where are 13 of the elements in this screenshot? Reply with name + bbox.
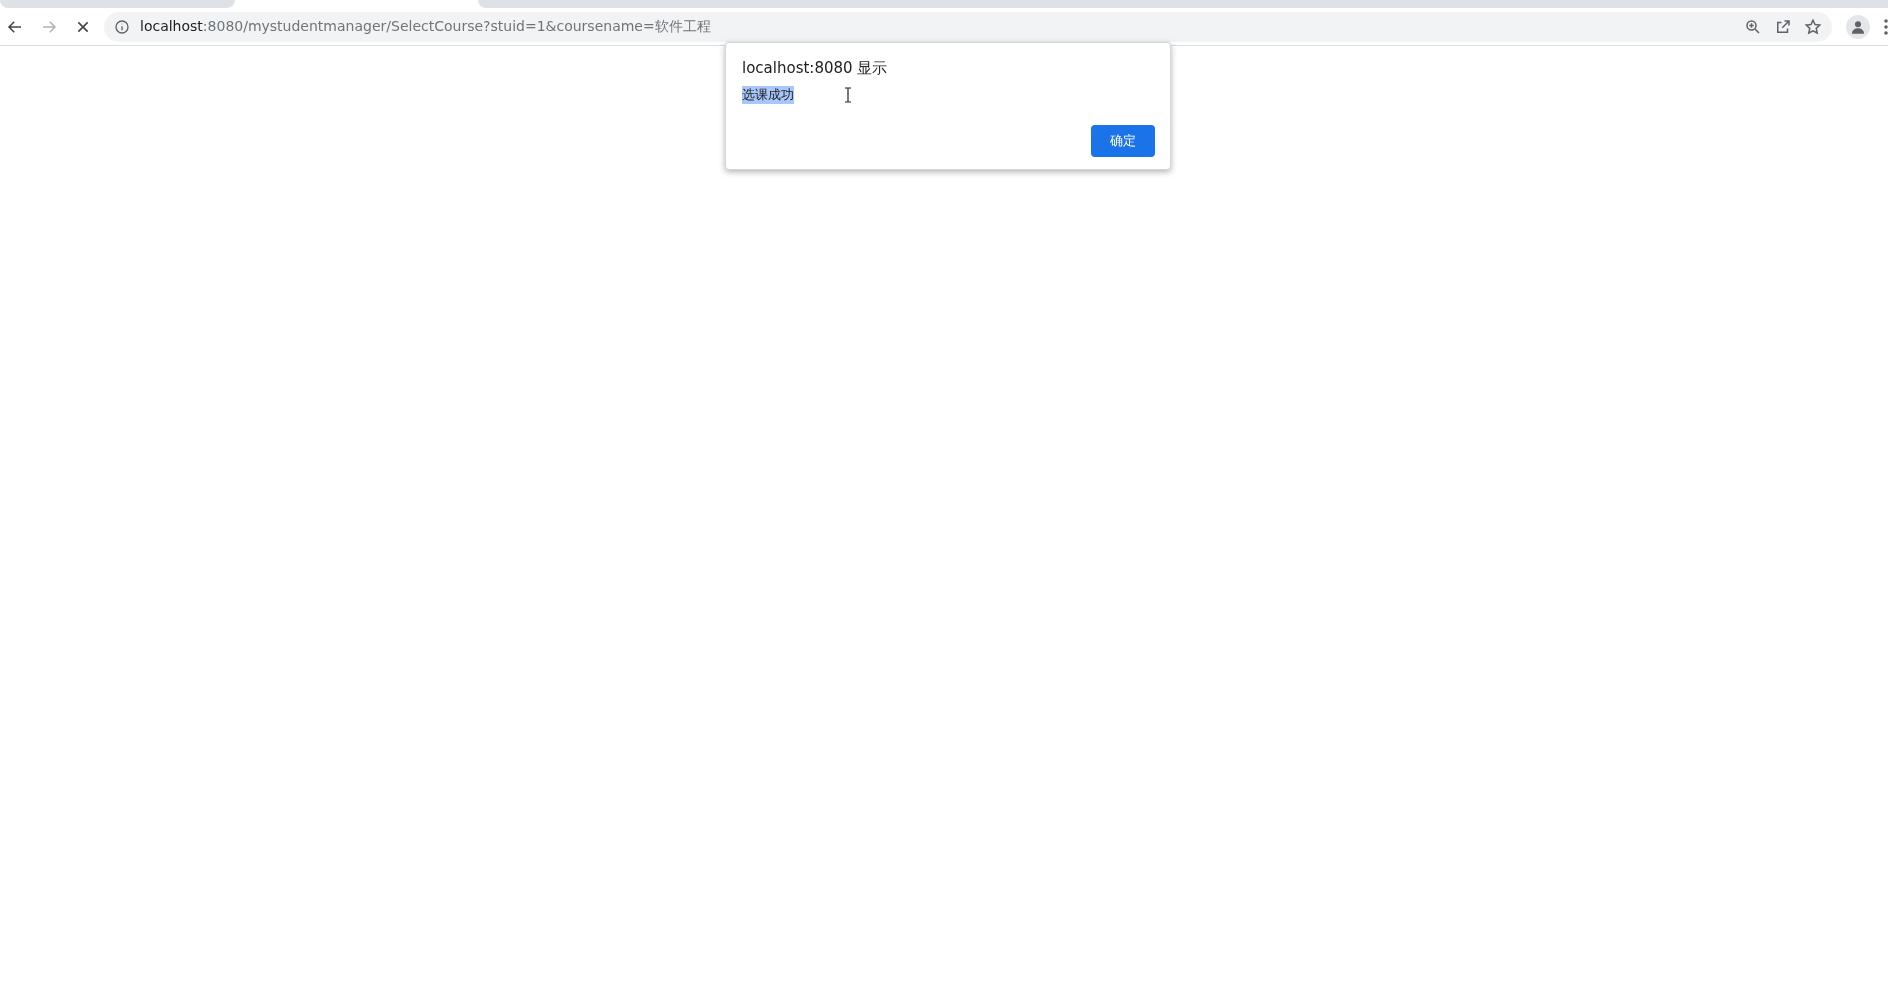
text-cursor-icon [844, 87, 852, 103]
ok-button[interactable]: 确定 [1091, 125, 1155, 157]
person-icon [1850, 18, 1866, 35]
url-text: localhost:8080/mystudentmanager/SelectCourse?stuid=1&coursename=软件工程 [140, 17, 712, 36]
info-icon[interactable] [114, 18, 130, 35]
share-icon[interactable] [1774, 17, 1792, 36]
menu-icon[interactable] [1884, 18, 1888, 35]
dialog-message: 选课成功 [742, 86, 794, 104]
profile-button[interactable] [1846, 14, 1870, 39]
zoom-icon[interactable] [1744, 17, 1762, 36]
star-icon[interactable] [1804, 17, 1822, 36]
dialog-title: localhost:8080 显示 [742, 59, 888, 78]
address-bar[interactable]: localhost:8080/mystudentmanager/SelectCourse?stuid=1&coursename=软件工程 [104, 11, 1832, 42]
